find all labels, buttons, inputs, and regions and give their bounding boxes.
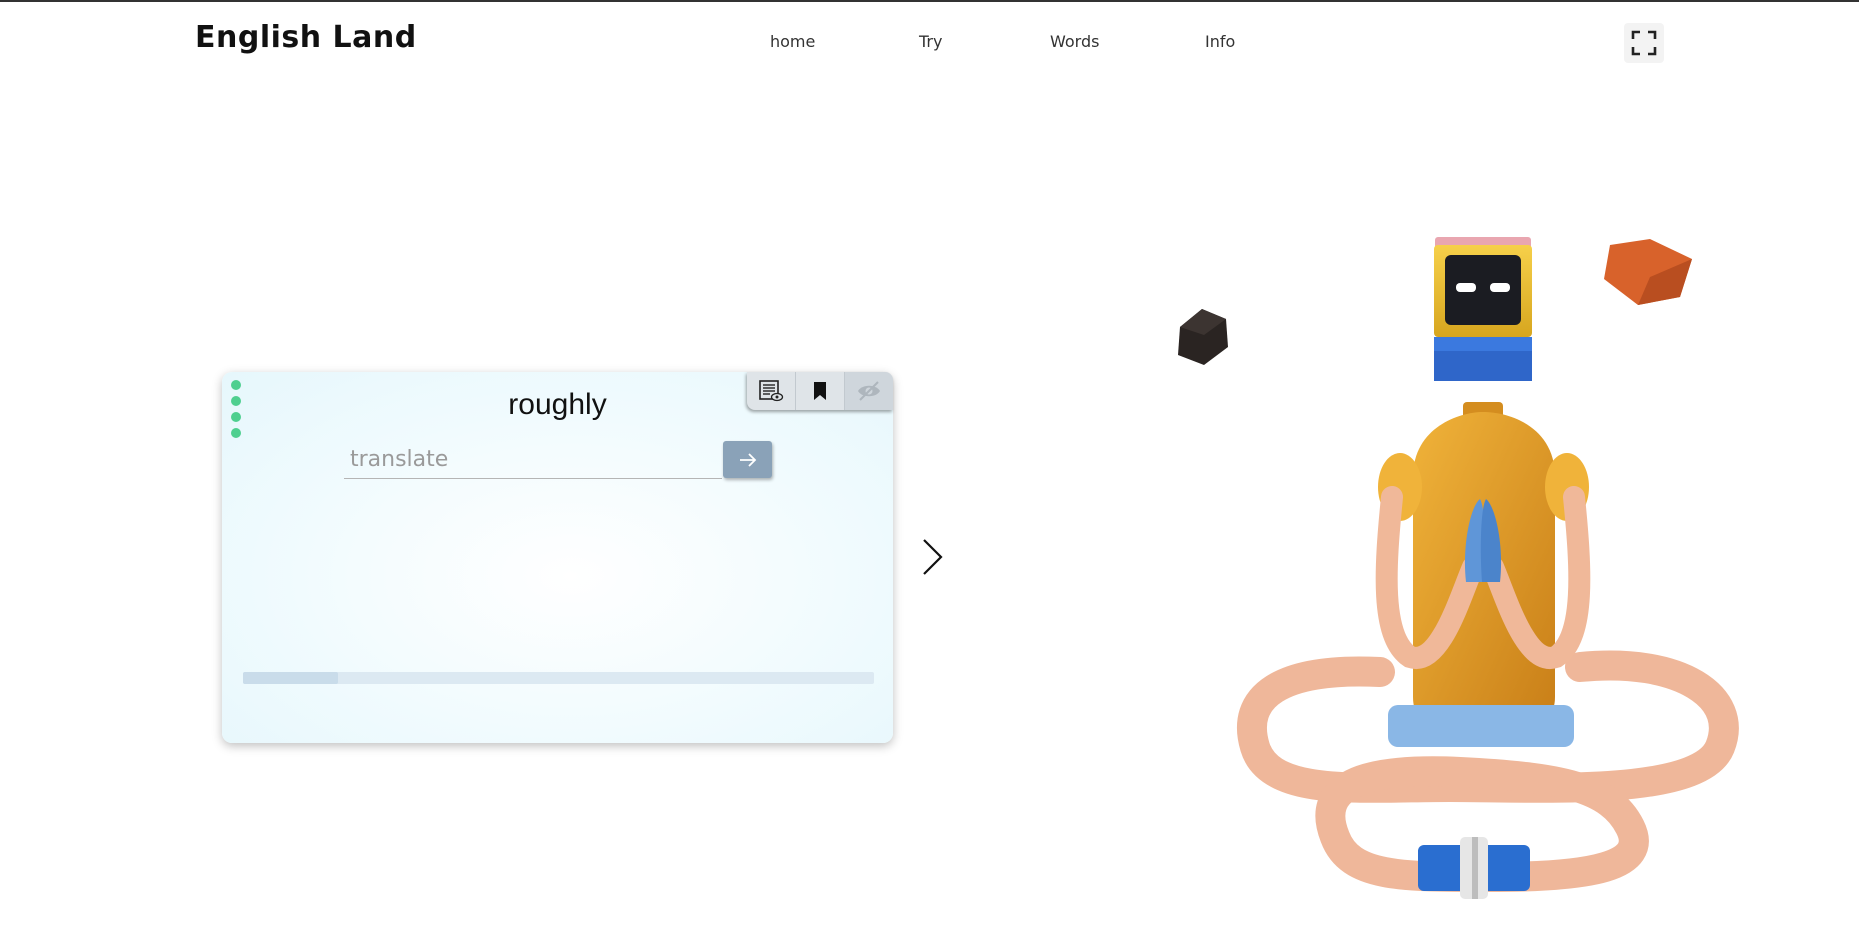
flashcard-word: roughly [508, 388, 607, 421]
arrow-right-icon [739, 452, 756, 467]
nav-try[interactable]: Try [919, 32, 942, 51]
main-nav: home Try Words Info [0, 32, 1859, 56]
fullscreen-button[interactable] [1624, 23, 1664, 63]
flashcard: roughly [222, 372, 893, 743]
orange-cube [1604, 239, 1692, 305]
hose-clamp [1418, 837, 1530, 899]
dark-cube [1178, 309, 1228, 365]
handle-dot [231, 428, 241, 438]
expand-icon [1631, 30, 1657, 56]
nav-words[interactable]: Words [1050, 32, 1099, 51]
chevron-right-icon [923, 539, 943, 575]
robot-head [1434, 237, 1532, 381]
progress-fill [243, 672, 338, 684]
translate-input[interactable] [344, 441, 722, 479]
nav-info[interactable]: Info [1205, 32, 1235, 51]
submit-translation-button[interactable] [723, 441, 772, 478]
translate-form [344, 441, 772, 481]
nav-home[interactable]: home [770, 32, 815, 51]
meditating-robot-illustration [1160, 227, 1750, 907]
progress-bar [243, 672, 874, 684]
next-card-button[interactable] [920, 537, 946, 577]
